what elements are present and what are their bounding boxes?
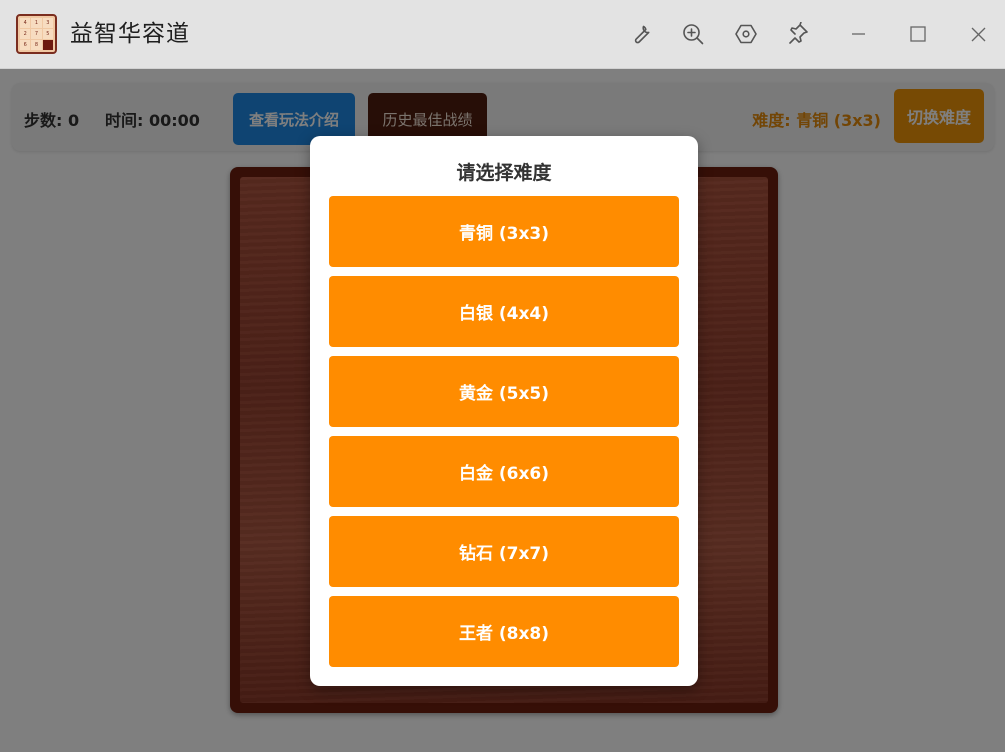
pin-icon[interactable] — [784, 20, 812, 48]
level-king-button[interactable]: 王者 (8x8) — [329, 596, 679, 667]
level-bronze-button[interactable]: 青铜 (3x3) — [329, 196, 679, 267]
close-icon[interactable] — [964, 20, 992, 48]
logo-tile: 8 — [31, 40, 42, 50]
level-silver-button[interactable]: 白银 (4x4) — [329, 276, 679, 347]
logo-tile: 5 — [42, 29, 53, 39]
logo-tile: 6 — [20, 40, 31, 50]
wrench-icon[interactable] — [627, 20, 655, 48]
level-gold-button[interactable]: 黄金 (5x5) — [329, 356, 679, 427]
logo-tile: 1 — [31, 18, 42, 28]
logo-tile: 2 — [20, 29, 31, 39]
logo-tile: 4 — [20, 18, 31, 28]
hexagon-settings-icon[interactable] — [732, 20, 760, 48]
level-diamond-button[interactable]: 钻石 (7x7) — [329, 516, 679, 587]
title-bar: 4 1 3 2 7 5 6 8 益智华容道 — [0, 0, 1005, 69]
logo-tile: 3 — [42, 18, 53, 28]
logo-tile: 7 — [31, 29, 42, 39]
logo-empty-tile — [42, 40, 53, 50]
difficulty-dialog: 请选择难度 青铜 (3x3) 白银 (4x4) 黄金 (5x5) 白金 (6x6… — [310, 136, 698, 686]
dialog-title: 请选择难度 — [456, 162, 552, 184]
app-title: 益智华容道 — [70, 21, 190, 47]
level-platinum-button[interactable]: 白金 (6x6) — [329, 436, 679, 507]
maximize-icon[interactable] — [904, 20, 932, 48]
minimize-icon[interactable] — [844, 20, 872, 48]
zoom-in-icon[interactable] — [679, 20, 707, 48]
app-logo: 4 1 3 2 7 5 6 8 — [16, 14, 57, 54]
